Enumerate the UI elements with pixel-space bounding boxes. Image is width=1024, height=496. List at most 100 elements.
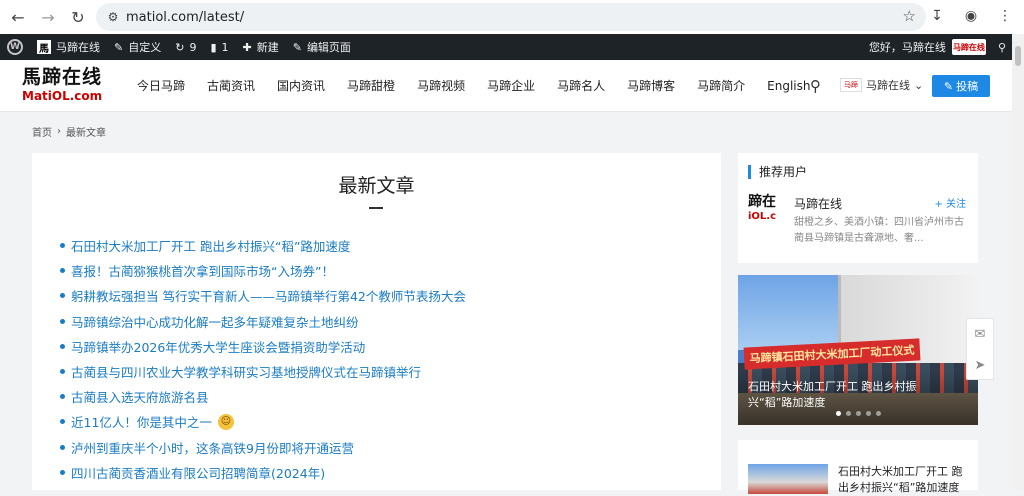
back-arrow-icon[interactable]: ← bbox=[6, 5, 30, 29]
browser-toolbar: ← → ↻ ⚙ matiol.com/latest/ ☆ ↧ ◉ ⋮ bbox=[0, 0, 1024, 34]
avatar: 马蹄在线 bbox=[951, 39, 986, 55]
article-list-card: 最新文章 石田村大米加工厂开工 跑出乡村振兴“稻”路加速度 喜报！古蔺猕猴桃首次… bbox=[32, 153, 721, 490]
article-link[interactable]: 马蹄镇举办2026年优秀大学生座谈会暨捐资助学活动 bbox=[71, 337, 365, 356]
site-logo[interactable]: 馬蹄在线 MatiOL.com bbox=[22, 66, 104, 108]
plus-icon: ✚ bbox=[242, 40, 252, 54]
address-bar[interactable]: ⚙ matiol.com/latest/ ☆ bbox=[96, 3, 926, 31]
wordpress-logo-button[interactable]: W bbox=[0, 34, 30, 60]
admin-bar: W 馬马蹄在线 ✎ 自定义 ↻ 9 ▮ 1 ✚ 新建 ✎ 编辑页面 您好，马蹄在线 马蹄在… bbox=[0, 34, 1012, 60]
article-link[interactable]: 马蹄镇综治中心成功化解一起多年疑难复杂土地纠纷 bbox=[71, 312, 359, 331]
scrollbar-thumb[interactable] bbox=[1015, 46, 1021, 66]
forward-arrow-icon[interactable]: → bbox=[36, 5, 60, 29]
site-name-link[interactable]: 馬马蹄在线 bbox=[30, 34, 107, 60]
profile-icon[interactable]: ◉ bbox=[960, 5, 982, 27]
nav-item-enterprise[interactable]: 马蹄企业 bbox=[476, 60, 546, 112]
list-item[interactable]: 喜报！古蔺猕猴桃首次拿到国际市场“入场券”！ bbox=[60, 258, 466, 283]
article-link[interactable]: 古蔺县入选天府旅游名县 bbox=[71, 387, 209, 406]
page-title: 最新文章 bbox=[338, 175, 415, 197]
avatar[interactable]: 蹄在 iOL.c bbox=[748, 193, 788, 233]
list-item[interactable]: 古蔺县入选天府旅游名县 bbox=[60, 384, 466, 409]
site-name-label: 马蹄在线 bbox=[56, 41, 100, 54]
user-menu[interactable]: 马蹄 马蹄在线 ⌄ bbox=[840, 77, 923, 93]
updates-icon: ↻ bbox=[175, 40, 185, 54]
article-link[interactable]: 喜报！古蔺猕猴桃首次拿到国际市场“入场券”！ bbox=[71, 261, 334, 280]
user-name[interactable]: 马蹄在线 bbox=[794, 195, 842, 212]
article-link[interactable]: 躬耕教坛强担当 笃行实干育新人——马蹄镇举行第42个教师节表扬大会 bbox=[71, 286, 466, 305]
nav-item-about[interactable]: 马蹄简介 bbox=[686, 60, 756, 112]
contribute-label: 投稿 bbox=[956, 80, 979, 93]
list-item[interactable]: 马蹄镇综治中心成功化解一起多年疑难复杂土地纠纷 bbox=[60, 309, 466, 334]
list-item[interactable]: 近11亿人！你是其中之一 ☺ bbox=[60, 409, 466, 434]
site-icon: 馬 bbox=[37, 40, 51, 55]
slider-dot[interactable] bbox=[876, 411, 881, 416]
breadcrumb-home[interactable]: 首页 bbox=[32, 124, 52, 139]
logo-cn: 馬蹄在线 bbox=[22, 66, 103, 88]
nav-item-today[interactable]: 今日马蹄 bbox=[126, 60, 196, 112]
edit-page-link[interactable]: ✎ 编辑页面 bbox=[286, 34, 358, 60]
page-scrollbar[interactable] bbox=[1012, 34, 1024, 490]
new-content-link[interactable]: ✚ 新建 bbox=[236, 34, 286, 60]
list-item[interactable]: 古蔺县与四川农业大学教学科研实习基地授牌仪式在马蹄镇举行 bbox=[60, 359, 466, 384]
nav-item-orange[interactable]: 马蹄甜橙 bbox=[336, 60, 406, 112]
comments-link[interactable]: ▮ 1 bbox=[203, 34, 235, 60]
follow-button[interactable]: + 关注 bbox=[934, 195, 966, 210]
list-item[interactable]: 泸州到重庆半个小时，这条高铁9月份即将开通运营 bbox=[60, 435, 466, 460]
list-item[interactable]: 躬耕教坛强担当 笃行实干育新人——马蹄镇举行第42个教师节表扬大会 bbox=[60, 283, 466, 308]
slider-dot[interactable] bbox=[856, 411, 861, 416]
url-text[interactable]: matiol.com/latest/ bbox=[126, 10, 244, 25]
reload-icon[interactable]: ↻ bbox=[66, 5, 90, 29]
featured-slider[interactable]: 马蹄镇石田村大米加工厂动工仪式 石田村大米加工厂开工 跑出乡村振兴“稻”路加速度 bbox=[738, 275, 978, 425]
user-description: 甜橙之乡、美酒小镇：四川省泸州市古蔺县马蹄镇是古聋源地、奢... bbox=[794, 217, 964, 244]
title-divider bbox=[369, 207, 383, 209]
kebab-menu-icon[interactable]: ⋮ bbox=[994, 5, 1016, 27]
customize-link[interactable]: ✎ 自定义 bbox=[107, 34, 168, 60]
admin-account[interactable]: 您好，马蹄在线 马蹄在线 ⚲ bbox=[869, 34, 1006, 60]
post-title[interactable]: 石田村大米加工厂开工 跑出乡村振兴“稻”路加速度 bbox=[838, 464, 968, 496]
breadcrumb-current: 最新文章 bbox=[66, 128, 106, 139]
sidebar-post-list: 石田村大米加工厂开工 跑出乡村振兴“稻”路加速度 bbox=[738, 440, 978, 494]
slide-caption[interactable]: 石田村大米加工厂开工 跑出乡村振兴“稻”路加速度 bbox=[748, 379, 948, 411]
nav-item-celebrity[interactable]: 马蹄名人 bbox=[546, 60, 616, 112]
nav-item-domestic[interactable]: 国内资讯 bbox=[266, 60, 336, 112]
main-nav: 今日马蹄 古蔺资讯 国内资讯 马蹄甜橙 马蹄视频 马蹄企业 马蹄名人 马蹄博客 … bbox=[126, 60, 821, 112]
comment-icon[interactable]: ✉ bbox=[967, 319, 993, 350]
slider-dot[interactable] bbox=[866, 411, 871, 416]
slider-dot[interactable] bbox=[836, 411, 841, 416]
list-item[interactable]: 马蹄镇举办2026年优秀大学生座谈会暨捐资助学活动 bbox=[60, 334, 466, 359]
site-info-icon[interactable]: ⚙ bbox=[100, 3, 126, 31]
edit-icon: ✎ bbox=[943, 79, 954, 93]
download-icon[interactable]: ↧ bbox=[926, 5, 948, 27]
search-icon[interactable]: ⚲ bbox=[998, 41, 1006, 54]
article-link[interactable]: 古蔺县与四川农业大学教学科研实习基地授牌仪式在马蹄镇举行 bbox=[71, 362, 421, 381]
edit-page-label: 编辑页面 bbox=[306, 41, 351, 54]
breadcrumb: 首页 › 最新文章 bbox=[32, 124, 106, 139]
greeting-text: 您好，马蹄在线 bbox=[868, 41, 946, 54]
smile-emoji-icon: ☺ bbox=[217, 413, 234, 430]
avatar: 马蹄 bbox=[840, 78, 862, 92]
search-icon[interactable]: ⚲ bbox=[810, 77, 821, 95]
nav-item-video[interactable]: 马蹄视频 bbox=[406, 60, 476, 112]
site-header: 馬蹄在线 MatiOL.com 今日马蹄 古蔺资讯 国内资讯 马蹄甜橙 马蹄视频… bbox=[0, 60, 1012, 112]
updates-count: 9 bbox=[189, 40, 197, 54]
new-label: 新建 bbox=[256, 41, 279, 54]
pencil-icon: ✎ bbox=[292, 40, 302, 54]
customize-label: 自定义 bbox=[128, 41, 162, 54]
nav-item-blog[interactable]: 马蹄博客 bbox=[616, 60, 686, 112]
nav-item-gulin[interactable]: 古蔺资讯 bbox=[196, 60, 266, 112]
logo-en: MatiOL.com bbox=[22, 89, 103, 103]
contribute-button[interactable]: ✎ 投稿 bbox=[932, 75, 990, 97]
list-item[interactable]: 石田村大米加工厂开工 跑出乡村振兴“稻”路加速度 bbox=[60, 233, 466, 258]
comments-count: 1 bbox=[221, 40, 229, 54]
user-name: 马蹄在线 bbox=[866, 79, 910, 92]
slider-dot[interactable] bbox=[846, 411, 851, 416]
chevron-down-icon: ⌄ bbox=[914, 78, 924, 92]
article-link[interactable]: 泸州到重庆半个小时，这条高铁9月份即将开通运营 bbox=[71, 438, 354, 457]
share-icon[interactable]: ➤ bbox=[967, 350, 993, 381]
chevron-right-icon: › bbox=[57, 126, 61, 137]
article-link[interactable]: 四川古蔺贡香酒业有限公司招聘简章(2024年) bbox=[71, 463, 325, 482]
star-icon[interactable]: ☆ bbox=[903, 7, 916, 25]
article-link[interactable]: 石田村大米加工厂开工 跑出乡村振兴“稻”路加速度 bbox=[71, 236, 350, 255]
updates-link[interactable]: ↻ 9 bbox=[168, 34, 203, 60]
list-item[interactable]: 四川古蔺贡香酒业有限公司招聘简章(2024年) bbox=[60, 460, 466, 485]
article-link[interactable]: 近11亿人！你是其中之一 bbox=[71, 412, 212, 431]
